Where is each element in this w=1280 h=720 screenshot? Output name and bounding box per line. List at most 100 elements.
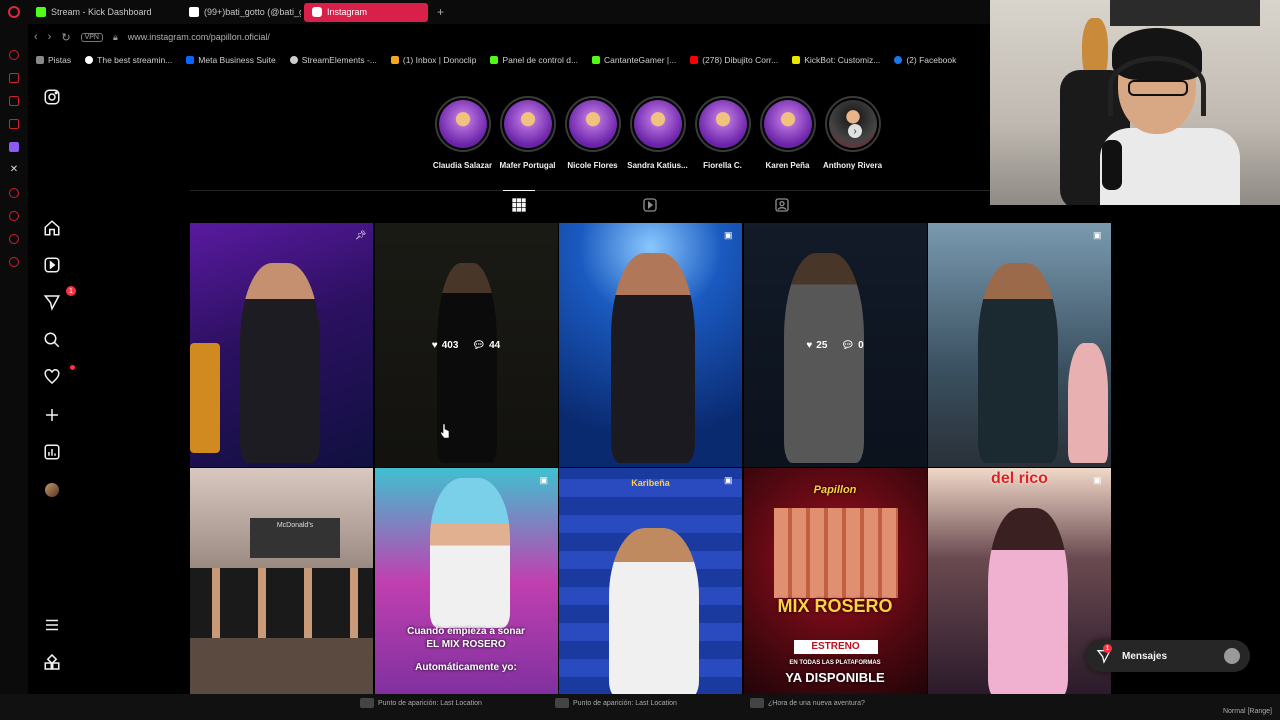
youtube-icon: [690, 56, 699, 64]
hover-overlay: ♥ 25 💬︎ 0: [743, 223, 927, 467]
bookmark-item[interactable]: (278) Dibujito Corr...: [690, 55, 778, 65]
kick-icon: [592, 56, 601, 64]
sidebar-app-icon[interactable]: [9, 50, 19, 60]
address-bar: ‹ › ↻ VPN 🔒︎ www.instagram.com/papillon.…: [28, 26, 990, 48]
tab-title: (99+)bati_gotto (@bati_go: [204, 7, 301, 17]
comment-icon: 💬︎: [841, 339, 855, 351]
heart-icon: ♥: [431, 339, 438, 351]
highlight-item[interactable]: Claudia Salazar: [430, 96, 495, 170]
tab-reels-icon[interactable]: [642, 197, 658, 213]
menu-icon[interactable]: [42, 615, 62, 635]
pinned-icon: 📌︎: [355, 230, 367, 240]
kickbot-icon: [792, 56, 801, 64]
post-tile[interactable]: ▣: [928, 223, 1111, 467]
highlight-label: Sandra Katius...: [627, 161, 688, 170]
sidebar-app-icon[interactable]: [9, 96, 19, 106]
notification-badge: 1: [66, 286, 76, 296]
post-tile[interactable]: Karibeña ▣: [559, 468, 742, 695]
search-icon[interactable]: [42, 330, 62, 350]
post-tile[interactable]: ▣: [559, 223, 742, 467]
instagram-logo-icon[interactable]: [42, 87, 62, 107]
x-icon[interactable]: ✕: [9, 165, 19, 175]
opera-logo-icon[interactable]: [0, 0, 28, 24]
highlight-item[interactable]: Fiorella C.: [690, 96, 755, 170]
profile-tabs: [190, 190, 1110, 222]
post-tile[interactable]: del rico ▣: [928, 468, 1111, 695]
highlight-item[interactable]: Sandra Katius...: [625, 96, 690, 170]
messages-button[interactable]: 1 Mensajes: [1086, 640, 1250, 672]
lock-icon: 🔒︎: [112, 31, 118, 42]
bookmark-item[interactable]: (1) Inbox | Donoclip: [390, 55, 476, 65]
dashboard-icon[interactable]: [42, 442, 62, 462]
post-tile[interactable]: 📌︎: [190, 223, 373, 467]
mode-label: Normal [Range]: [1222, 708, 1272, 715]
tab-tagged-icon[interactable]: [774, 197, 790, 213]
direct-messages-icon[interactable]: 1: [42, 286, 76, 312]
highlight-label: Fiorella C.: [703, 161, 742, 170]
twitch-icon[interactable]: [9, 142, 19, 152]
estreno-label: ESTRENO: [793, 640, 878, 654]
tab-tiktok[interactable]: (99+)bati_gotto (@bati_go: [181, 3, 301, 22]
sidebar-app-icon[interactable]: [9, 119, 19, 129]
highlight-label: Claudia Salazar: [432, 161, 493, 170]
caption-line: YA DISPONIBLE: [785, 670, 885, 685]
highlight-item[interactable]: Anthony Rivera ›: [820, 96, 885, 170]
bookmark-item[interactable]: Panel de control d...: [490, 55, 578, 65]
reload-icon[interactable]: ↻: [61, 31, 70, 44]
reel-icon: ▣: [724, 230, 733, 240]
sidebar-app-icon[interactable]: [9, 73, 19, 83]
sidebar-app-icon[interactable]: [9, 188, 19, 198]
post-tile[interactable]: McDonald's: [190, 468, 373, 695]
notifications-heart-icon[interactable]: [42, 365, 75, 387]
post-tile[interactable]: Papillon MIX ROSERO ESTRENO EN TODAS LAS…: [743, 468, 927, 695]
bookmark-item[interactable]: Meta Business Suite: [186, 55, 276, 65]
donoclip-icon: [390, 56, 399, 64]
status-item: Punto de aparición: Last Location: [360, 698, 482, 708]
highlight-item[interactable]: Nicole Flores: [560, 96, 625, 170]
sidebar-app-icon[interactable]: [9, 257, 19, 267]
sidebar-app-icon[interactable]: [9, 211, 19, 221]
messages-label: Mensajes: [1122, 650, 1168, 662]
forward-icon[interactable]: ›: [48, 31, 52, 43]
highlight-cover: [698, 100, 747, 148]
bookmark-item[interactable]: The best streamin...: [85, 55, 172, 65]
bookmark-icon: [85, 56, 94, 64]
bookmark-item[interactable]: CantanteGamer |...: [592, 55, 676, 65]
post-tile[interactable]: ♥ 403 💬︎ 44: [374, 223, 558, 467]
tab-kick-dashboard[interactable]: Stream - Kick Dashboard: [28, 3, 178, 22]
microphone-image: [1102, 140, 1122, 190]
caption-line: Automáticamente yo:: [415, 662, 517, 673]
instagram-icon: [312, 7, 322, 17]
bookmark-item[interactable]: Pistas: [36, 55, 71, 65]
bookmark-item[interactable]: KickBot: Customiz...: [792, 55, 880, 65]
create-plus-icon[interactable]: [42, 405, 62, 425]
bottom-status-bar: Punto de aparición: Last Location Punto …: [0, 694, 1280, 720]
sidebar-app-icon[interactable]: [9, 234, 19, 244]
kick-icon: [36, 7, 46, 17]
tab-posts-grid-icon[interactable]: [503, 190, 535, 213]
tab-title: Stream - Kick Dashboard: [51, 7, 152, 17]
new-tab-button[interactable]: +: [431, 5, 450, 19]
next-highlight-chevron-icon[interactable]: ›: [848, 124, 862, 138]
post-tile[interactable]: ♥ 25 💬︎ 0: [743, 223, 927, 467]
reels-icon[interactable]: [42, 255, 62, 275]
threads-apps-icon[interactable]: [42, 653, 62, 673]
story-highlights: Claudia Salazar Mafer Portugal Nicole Fl…: [430, 96, 885, 170]
post-tile[interactable]: Cuando empieza a sonar EL MIX ROSERO Aut…: [374, 468, 558, 695]
highlight-item[interactable]: Mafer Portugal: [495, 96, 560, 170]
status-item: ¿Hora de una nueva aventura?: [750, 698, 865, 708]
url-field[interactable]: www.instagram.com/papillon.oficial/: [128, 32, 270, 42]
heart-icon: ♥: [806, 339, 813, 351]
reel-icon: ▣: [1093, 230, 1102, 240]
tab-instagram[interactable]: Instagram: [304, 2, 428, 22]
webcam-overlay: [990, 0, 1280, 205]
profile-avatar[interactable]: [42, 480, 62, 500]
browser-tab-bar: Stream - Kick Dashboard (99+)bati_gotto …: [0, 0, 990, 24]
bookmark-item[interactable]: StreamElements -...: [289, 55, 377, 65]
back-icon[interactable]: ‹: [34, 31, 38, 43]
vpn-badge[interactable]: VPN: [80, 32, 103, 42]
highlight-item[interactable]: Karen Peña: [755, 96, 820, 170]
highlight-cover: [633, 100, 682, 148]
home-icon[interactable]: [42, 218, 62, 238]
bookmark-item[interactable]: (2) Facebook: [894, 55, 956, 65]
